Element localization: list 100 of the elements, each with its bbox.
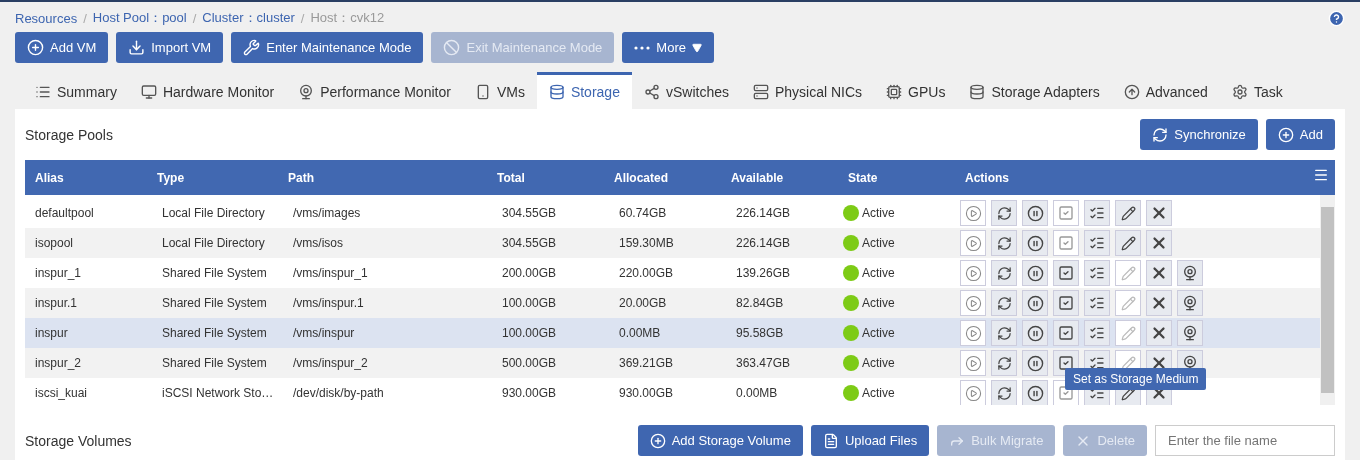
status-dot (843, 325, 859, 341)
action-button[interactable] (1022, 290, 1048, 316)
action-button[interactable] (1146, 320, 1172, 346)
action-button[interactable] (1053, 320, 1079, 346)
volume-button[interactable]: Upload Files (810, 425, 930, 456)
section-title: Storage Volumes (25, 432, 132, 449)
table-cell-text: inspur_2 (34, 356, 83, 370)
action-button[interactable] (1177, 290, 1203, 316)
action-button[interactable] (1022, 350, 1048, 376)
action-button[interactable] (1146, 200, 1172, 226)
action-button[interactable] (1022, 260, 1048, 286)
tab[interactable]: GPUs (874, 72, 958, 109)
checkbox-icon (1058, 295, 1074, 311)
tab[interactable]: Hardware Monitor (128, 72, 287, 109)
toolbar-button[interactable]: Enter Maintenance Mode (231, 32, 424, 63)
breadcrumb-link[interactable]: Host Pool：pool (92, 9, 187, 27)
menu-icon[interactable] (1313, 167, 1329, 183)
volume-button[interactable]: Add Storage Volume (637, 425, 803, 456)
column-header: Total (497, 170, 525, 185)
help-icon[interactable] (1328, 9, 1345, 27)
status-text: Active (862, 326, 895, 340)
tab[interactable]: vSwitches (631, 72, 741, 109)
server-icon (752, 84, 769, 100)
refresh-icon (996, 235, 1012, 251)
refresh-icon (996, 385, 1012, 401)
action-button[interactable] (1022, 320, 1048, 346)
action-button[interactable] (1053, 260, 1079, 286)
table-row[interactable]: inspur.1 Shared File System /vms/inspur.1 100.00GB 20.00GB 82.84GB Active (25, 288, 1320, 318)
action-button[interactable] (1115, 230, 1141, 256)
action-button[interactable] (1053, 290, 1079, 316)
action-button[interactable] (1022, 380, 1048, 405)
action-button[interactable] (1146, 230, 1172, 256)
action-button[interactable] (1146, 290, 1172, 316)
column-header: Actions (965, 170, 1009, 185)
table-cell-text: /vms/isos (292, 236, 344, 250)
toolbar-button[interactable]: Add VM (15, 32, 109, 63)
breadcrumb-link[interactable]: Cluster：cluster (202, 9, 295, 27)
toolbar-button[interactable]: More (622, 32, 714, 63)
tab[interactable]: Performance Monitor (286, 72, 463, 109)
action-button[interactable] (1115, 200, 1141, 226)
action-button[interactable] (1022, 230, 1048, 256)
table-cell-text: 304.55GB (501, 236, 558, 250)
table-cell-text: 100.00GB (501, 296, 558, 310)
action-button[interactable] (991, 320, 1017, 346)
pause-icon (1026, 384, 1044, 402)
tab[interactable]: Advanced (1111, 72, 1220, 109)
section-title: Storage Pools (25, 126, 113, 143)
action-button[interactable] (1177, 320, 1203, 346)
tab[interactable]: VMs (462, 72, 537, 109)
scrollbar[interactable] (1320, 195, 1335, 405)
action-button[interactable] (1022, 200, 1048, 226)
share-icon (643, 84, 660, 100)
tab[interactable]: Storage Adapters (957, 72, 1112, 109)
action-button[interactable] (1177, 260, 1203, 286)
action-button[interactable] (991, 290, 1017, 316)
table-row[interactable]: isopool Local File Directory /vms/isos 304.55GB 159.30MB 226.14GB Active (25, 228, 1320, 258)
action-button[interactable] (991, 200, 1017, 226)
pool-button[interactable]: Synchronize (1140, 119, 1258, 150)
pool-button[interactable]: Add (1265, 119, 1335, 150)
tab[interactable]: Summary (23, 72, 129, 109)
action-button[interactable] (1084, 260, 1110, 286)
status-text: Active (862, 296, 895, 310)
tab[interactable]: Task (1219, 72, 1295, 109)
webcam-icon (1182, 325, 1198, 341)
table-cell-text: 139.26GB (735, 266, 792, 280)
database-icon (969, 84, 986, 100)
webcam-icon (1182, 295, 1198, 311)
action-button[interactable] (991, 350, 1017, 376)
search-field[interactable]: Enter the file name (1155, 425, 1335, 456)
tab[interactable]: Physical NICs (740, 72, 875, 109)
breadcrumb-separator: / (300, 10, 305, 26)
table-cell-text: Shared File System (161, 356, 268, 370)
status-dot (843, 235, 859, 251)
breadcrumb-link[interactable]: Resources (15, 10, 78, 26)
action-button[interactable] (1084, 230, 1110, 256)
action-button[interactable] (1084, 320, 1110, 346)
breadcrumb-separator: / (192, 10, 197, 26)
action-button[interactable] (991, 380, 1017, 405)
action-button[interactable] (991, 230, 1017, 256)
table-cell-text: /vms/inspur_1 (292, 266, 369, 280)
refresh-icon (996, 265, 1012, 281)
checkbox-icon (1058, 355, 1074, 371)
table-row[interactable]: inspur Shared File System /vms/inspur 100.00GB 0.00MB 95.58GB Active (25, 318, 1320, 348)
import-icon (128, 39, 146, 56)
table-cell-text: Shared File System (161, 296, 268, 310)
pause-icon (1026, 204, 1044, 222)
tab[interactable]: Storage (536, 72, 632, 109)
action-button[interactable] (1084, 290, 1110, 316)
status-dot (843, 265, 859, 281)
checkbox-icon (1058, 265, 1074, 281)
action-button[interactable] (1084, 200, 1110, 226)
toolbar-button[interactable]: Import VM (116, 32, 224, 63)
action-button[interactable] (991, 260, 1017, 286)
ellipsis-icon (634, 45, 651, 50)
table-cell-text: 0.00MB (618, 326, 662, 340)
plus-icon (1277, 126, 1294, 143)
table-cell-text: Shared File System (161, 326, 268, 340)
column-header: Path (288, 170, 314, 185)
refresh-icon (1152, 126, 1169, 143)
action-button[interactable] (1146, 260, 1172, 286)
